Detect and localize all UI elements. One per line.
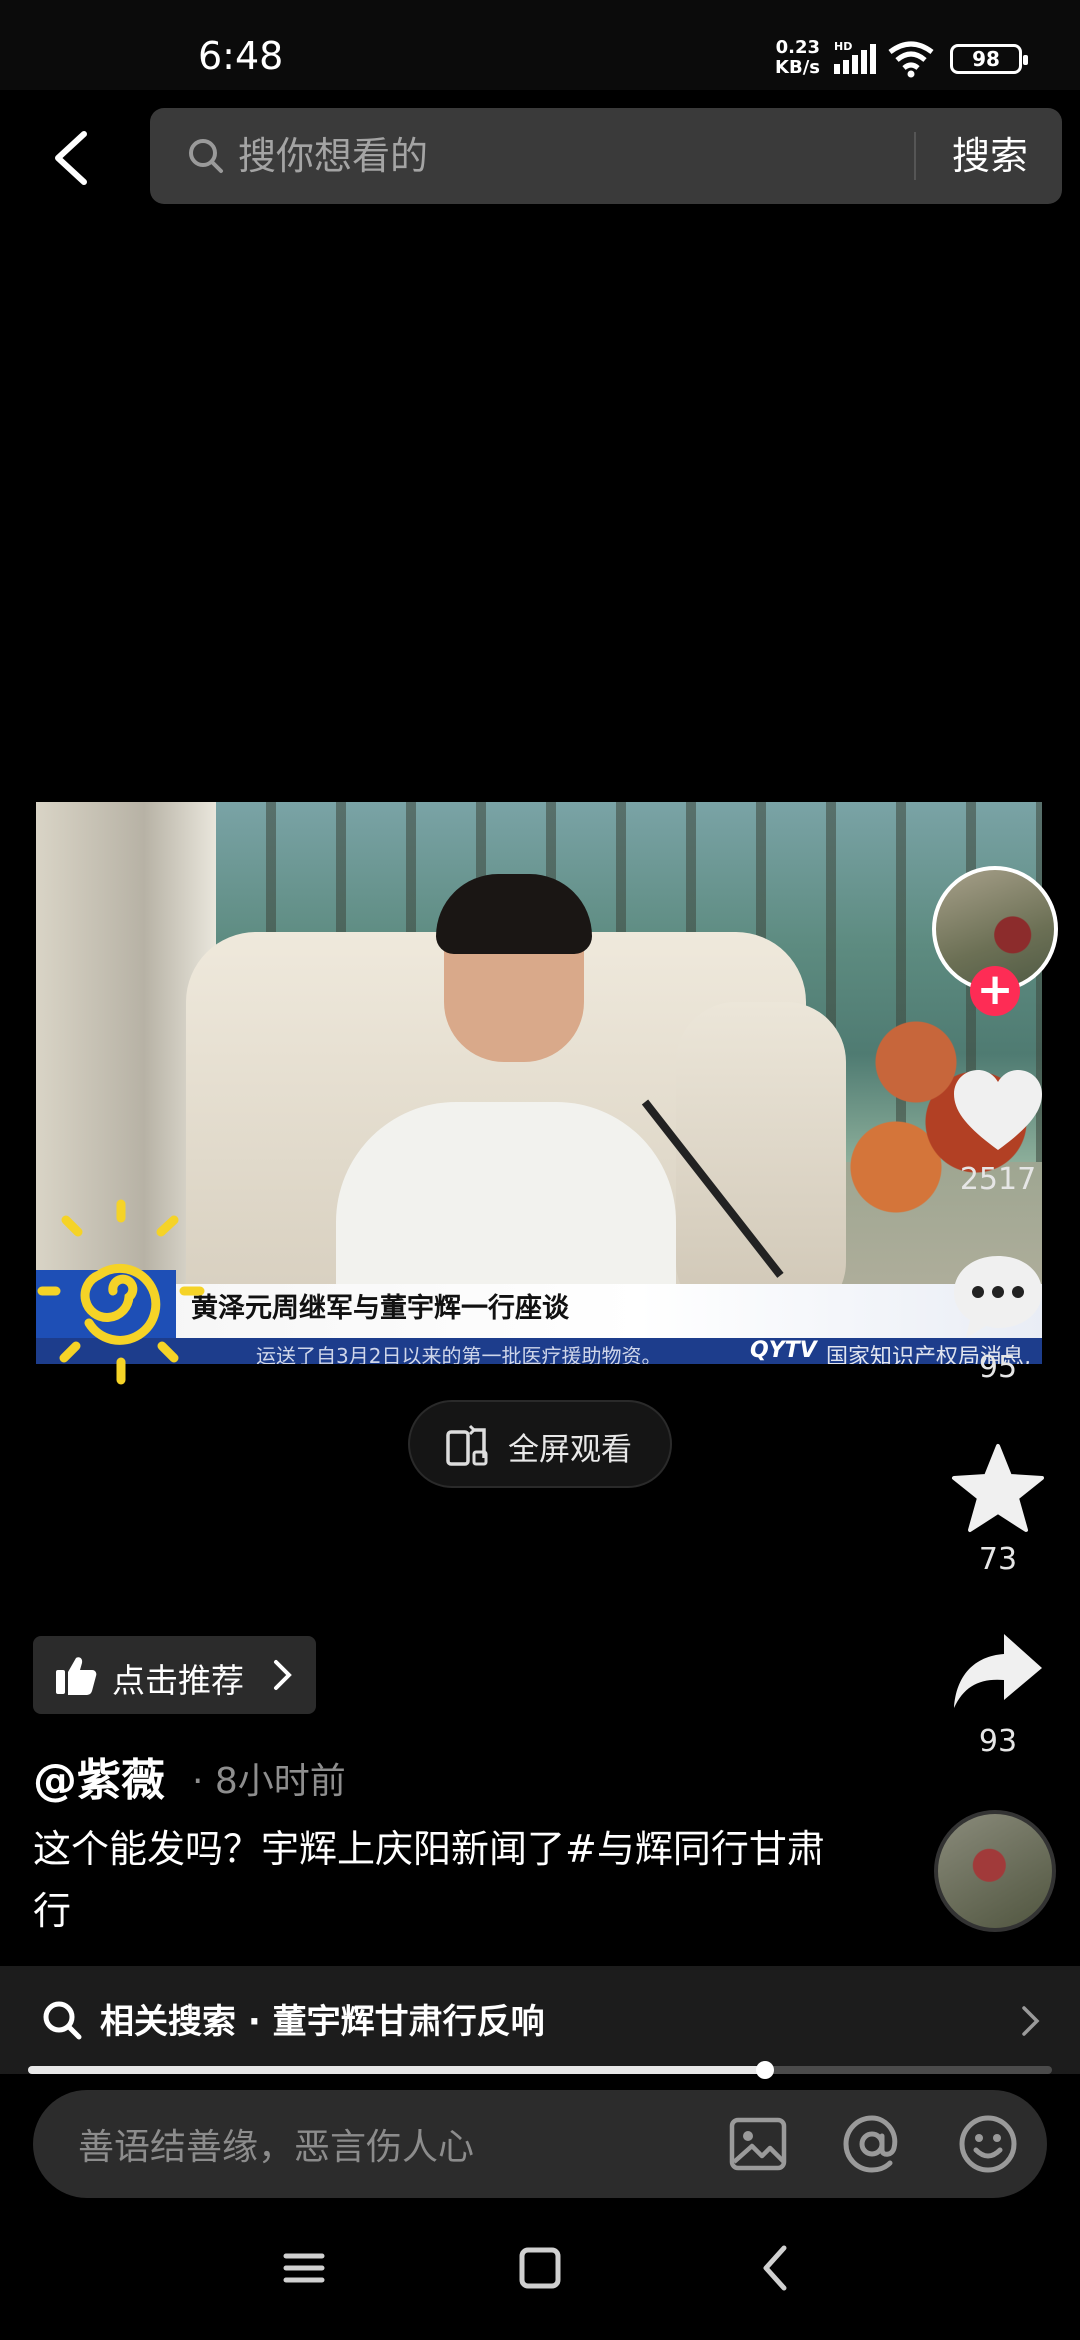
channel-logo: QYTV [750, 1338, 817, 1363]
signal-icon: HD [834, 40, 876, 74]
chevron-right-icon [1022, 2006, 1040, 2036]
share-count: 93 [978, 1724, 1018, 1759]
video-progress-thumb[interactable] [756, 2061, 775, 2079]
menu-icon[interactable] [274, 2238, 334, 2298]
home-icon[interactable] [510, 2238, 570, 2298]
nav-back-icon[interactable] [746, 2238, 806, 2298]
author-name[interactable]: @紫薇 [33, 1744, 165, 1808]
search-input[interactable] [238, 108, 878, 204]
image-icon[interactable] [726, 2112, 790, 2176]
emoji-icon[interactable] [956, 2112, 1020, 2176]
network-speed-unit: KB/s [775, 57, 820, 78]
comment-count: 95 [978, 1350, 1018, 1385]
video-progress-fill [28, 2066, 766, 2074]
star-icon[interactable] [948, 1440, 1048, 1540]
sun-sticker-icon [37, 1199, 205, 1385]
music-disc-avatar[interactable] [934, 1810, 1056, 1932]
comment-icon[interactable] [948, 1248, 1048, 1348]
network-speed: 0.23 KB/s [772, 38, 820, 78]
heart-icon[interactable] [948, 1062, 1048, 1162]
post-description: 这个能发吗？宇辉上庆阳新闻了#与辉同行甘肃行 [33, 1827, 825, 1933]
video-sofa-arm [676, 1002, 846, 1322]
news-ticker-subtitle: 运送了自3月2日以来的第一批医疗援助物资。 [256, 1344, 662, 1364]
chevron-right-icon [274, 1660, 292, 1690]
search-icon [189, 139, 223, 173]
search-divider [914, 132, 916, 180]
back-arrow-icon[interactable] [48, 128, 94, 188]
rotate-screen-icon [446, 1424, 488, 1466]
news-ticker-title: 黄泽元周继军与董宇辉一行座谈 [191, 1293, 569, 1324]
comment-placeholder: 善语结善缘，恶言伤人心 [78, 2127, 475, 2168]
related-search-text: 相关搜索 · 董宇辉甘肃行反响 [100, 2002, 545, 2042]
post-time: · 8小时前 [192, 1761, 346, 1802]
recommend-label: 点击推荐 [112, 1661, 244, 1700]
search-icon [43, 2001, 82, 2040]
favorite-count: 73 [978, 1542, 1018, 1577]
share-icon[interactable] [948, 1624, 1048, 1724]
wifi-icon [888, 41, 934, 78]
battery-indicator: 98 [950, 44, 1028, 74]
thumbs-up-icon [56, 1657, 97, 1695]
fullscreen-label: 全屏观看 [508, 1432, 632, 1468]
network-speed-value: 0.23 [775, 37, 820, 58]
follow-plus-button[interactable]: + [970, 966, 1020, 1016]
like-count: 2517 [959, 1162, 1037, 1197]
svg-text:HD: HD [834, 40, 852, 53]
status-time: 6:48 [198, 34, 284, 78]
mention-icon[interactable] [840, 2112, 904, 2176]
search-button[interactable]: 搜索 [928, 108, 1052, 204]
